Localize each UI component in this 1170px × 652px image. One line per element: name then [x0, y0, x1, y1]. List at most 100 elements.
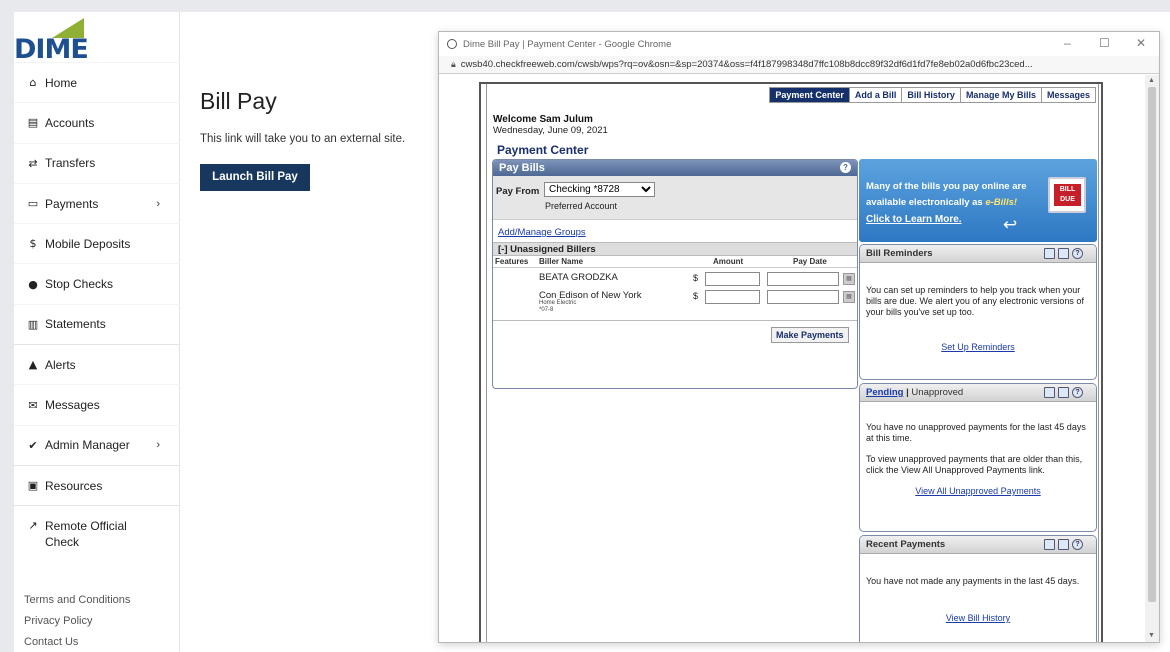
checkfree-tabs: Payment Center Add a Bill Bill History M… — [769, 87, 1096, 103]
payments-icon: ▭ — [27, 197, 39, 211]
sidebar-nav: ⌂ Home ▤ Accounts ⇄ Transfers ▭ Payments… — [14, 62, 180, 561]
divider — [493, 320, 857, 321]
expand-icon[interactable] — [1058, 248, 1069, 259]
minimize-button[interactable]: – — [1064, 36, 1071, 50]
payment-center-title: Payment Center — [497, 143, 589, 157]
sidebar-item-resources[interactable]: ▣ Resources — [14, 464, 180, 505]
sidebar: DIME ⌂ Home ▤ Accounts ⇄ Transfers ▭ Pay… — [14, 12, 180, 652]
chevron-right-icon[interactable]: › — [156, 198, 160, 210]
bell-icon: ▲ — [28, 358, 38, 372]
transfers-icon: ⇄ — [28, 156, 38, 170]
external-site-note: This link will take you to an external s… — [200, 133, 406, 145]
tab-bill-history[interactable]: Bill History — [901, 88, 960, 102]
unassigned-billers-header[interactable]: [-] Unassigned Billers — [493, 242, 857, 256]
stop-icon: ● — [28, 277, 38, 291]
checkfree-page: Payment Center Add a Bill Bill History M… — [479, 82, 1103, 642]
chrome-popup-window: Dime Bill Pay | Payment Center - Google … — [438, 31, 1160, 643]
expand-icon[interactable] — [1058, 539, 1069, 550]
tab-pending[interactable]: Pending — [866, 387, 903, 398]
pending-header: Pending | Unapproved ? — [860, 384, 1096, 402]
collapse-icon[interactable] — [1044, 248, 1055, 259]
pending-payments-panel: Pending | Unapproved ? You have no unapp… — [859, 383, 1097, 532]
col-features: Features — [495, 257, 529, 266]
vertical-scrollbar[interactable]: ▲ ▼ — [1145, 75, 1159, 642]
bill-due-badge: BILL DUE — [1054, 184, 1081, 206]
tab-unapproved[interactable]: Unapproved — [911, 387, 963, 398]
window-titlebar: Dime Bill Pay | Payment Center - Google … — [439, 32, 1159, 56]
help-icon[interactable]: ? — [840, 162, 851, 173]
curved-arrow-icon: ↩ — [1003, 215, 1018, 235]
pay-bills-title: Pay Bills — [499, 162, 545, 174]
privacy-link[interactable]: Privacy Policy — [24, 613, 130, 634]
bill-reminders-title: Bill Reminders — [866, 248, 933, 259]
pay-date-input[interactable] — [767, 290, 839, 304]
sidebar-item-label: Alerts — [45, 357, 76, 372]
close-button[interactable]: ✕ — [1136, 36, 1146, 50]
sidebar-item-transfers[interactable]: ⇄ Transfers — [14, 142, 180, 183]
statements-icon: ▥ — [27, 317, 39, 331]
badge-text-1: BILL — [1059, 186, 1076, 193]
tab-manage-my-bills[interactable]: Manage My Bills — [959, 88, 1041, 102]
help-icon[interactable]: ? — [1072, 539, 1083, 550]
monitor-icon: BILL DUE — [1048, 177, 1086, 213]
calendar-icon[interactable]: ▦ — [843, 273, 855, 285]
home-icon: ⌂ — [29, 76, 37, 90]
ebill-line-2: available electronically as — [866, 197, 983, 208]
collapse-icon[interactable] — [1044, 387, 1055, 398]
scroll-down-arrow-icon[interactable]: ▼ — [1148, 632, 1155, 639]
badge-text-2: DUE — [1060, 196, 1075, 203]
tab-messages[interactable]: Messages — [1040, 88, 1095, 102]
add-manage-groups-link[interactable]: Add/Manage Groups — [498, 227, 586, 238]
set-up-reminders-link[interactable]: Set Up Reminders — [860, 342, 1096, 352]
expand-icon[interactable] — [1058, 387, 1069, 398]
external-link-icon: ↗ — [28, 519, 38, 533]
chevron-right-icon[interactable]: › — [156, 439, 160, 451]
recent-payments-header: Recent Payments ? — [860, 536, 1096, 554]
col-pay-date: Pay Date — [793, 257, 827, 266]
sidebar-item-messages[interactable]: ✉ Messages — [14, 384, 180, 424]
tab-payment-center[interactable]: Payment Center — [770, 88, 849, 102]
pay-from-select[interactable]: Checking *8728 — [544, 182, 655, 197]
terms-link[interactable]: Terms and Conditions — [24, 592, 130, 613]
view-bill-history-link[interactable]: View Bill History — [860, 613, 1096, 623]
make-payments-button[interactable]: Make Payments — [771, 327, 849, 343]
view-all-unapproved-link[interactable]: View All Unapproved Payments — [860, 486, 1096, 496]
address-bar[interactable]: 🔒︎ cwsb40.checkfreeweb.com/cwsb/wps?rq=o… — [439, 56, 1159, 74]
amount-input[interactable] — [705, 290, 760, 304]
sidebar-item-alerts[interactable]: ▲ Alerts — [14, 344, 180, 384]
url-text: cwsb40.checkfreeweb.com/cwsb/wps?rq=ov&o… — [460, 59, 1033, 70]
calendar-icon[interactable]: ▦ — [843, 291, 855, 303]
sidebar-item-stop-checks[interactable]: ● Stop Checks — [14, 263, 180, 303]
tab-add-a-bill[interactable]: Add a Bill — [848, 88, 902, 102]
maximize-button[interactable]: ☐ — [1099, 36, 1110, 50]
pay-bills-panel: Pay Bills ? Pay From Checking *8728 Pref… — [492, 159, 858, 389]
sidebar-item-statements[interactable]: ▥ Statements — [14, 303, 180, 344]
sidebar-item-payments[interactable]: ▭ Payments › — [14, 182, 180, 223]
contact-link[interactable]: Contact Us — [24, 634, 130, 652]
sidebar-item-mobile-deposits[interactable]: $ Mobile Deposits — [14, 223, 180, 263]
sidebar-item-label: Resources — [45, 478, 103, 493]
help-icon[interactable]: ? — [1072, 387, 1083, 398]
sidebar-item-label: Mobile Deposits — [45, 236, 131, 251]
biller-account-mask: *07-8 — [539, 307, 554, 313]
sidebar-item-label: Remote Official Check — [45, 519, 127, 550]
ebill-banner[interactable]: Many of the bills you pay online are ava… — [859, 159, 1097, 242]
learn-more-link[interactable]: Click to Learn More. — [866, 214, 962, 225]
collapse-icon[interactable] — [1044, 539, 1055, 550]
sidebar-item-label: Messages — [45, 398, 100, 413]
page: DIME ⌂ Home ▤ Accounts ⇄ Transfers ▭ Pay… — [0, 0, 1170, 652]
logo-text: DIME — [14, 34, 89, 65]
sidebar-item-admin-manager[interactable]: ✔ Admin Manager › — [14, 424, 180, 465]
sidebar-item-label: Statements — [45, 317, 106, 332]
ebill-text: Many of the bills you pay online are ava… — [866, 179, 1026, 211]
sidebar-item-accounts[interactable]: ▤ Accounts — [14, 102, 180, 142]
globe-icon — [447, 39, 457, 49]
amount-input[interactable] — [705, 272, 760, 286]
sidebar-item-home[interactable]: ⌂ Home — [14, 62, 180, 102]
help-icon[interactable]: ? — [1072, 248, 1083, 259]
scroll-up-arrow-icon[interactable]: ▲ — [1148, 77, 1155, 84]
launch-bill-pay-button[interactable]: Launch Bill Pay — [200, 164, 310, 191]
sidebar-item-remote-official-check[interactable]: ↗ Remote Official Check — [14, 505, 180, 561]
pay-date-input[interactable] — [767, 272, 839, 286]
scroll-thumb[interactable] — [1148, 87, 1156, 602]
